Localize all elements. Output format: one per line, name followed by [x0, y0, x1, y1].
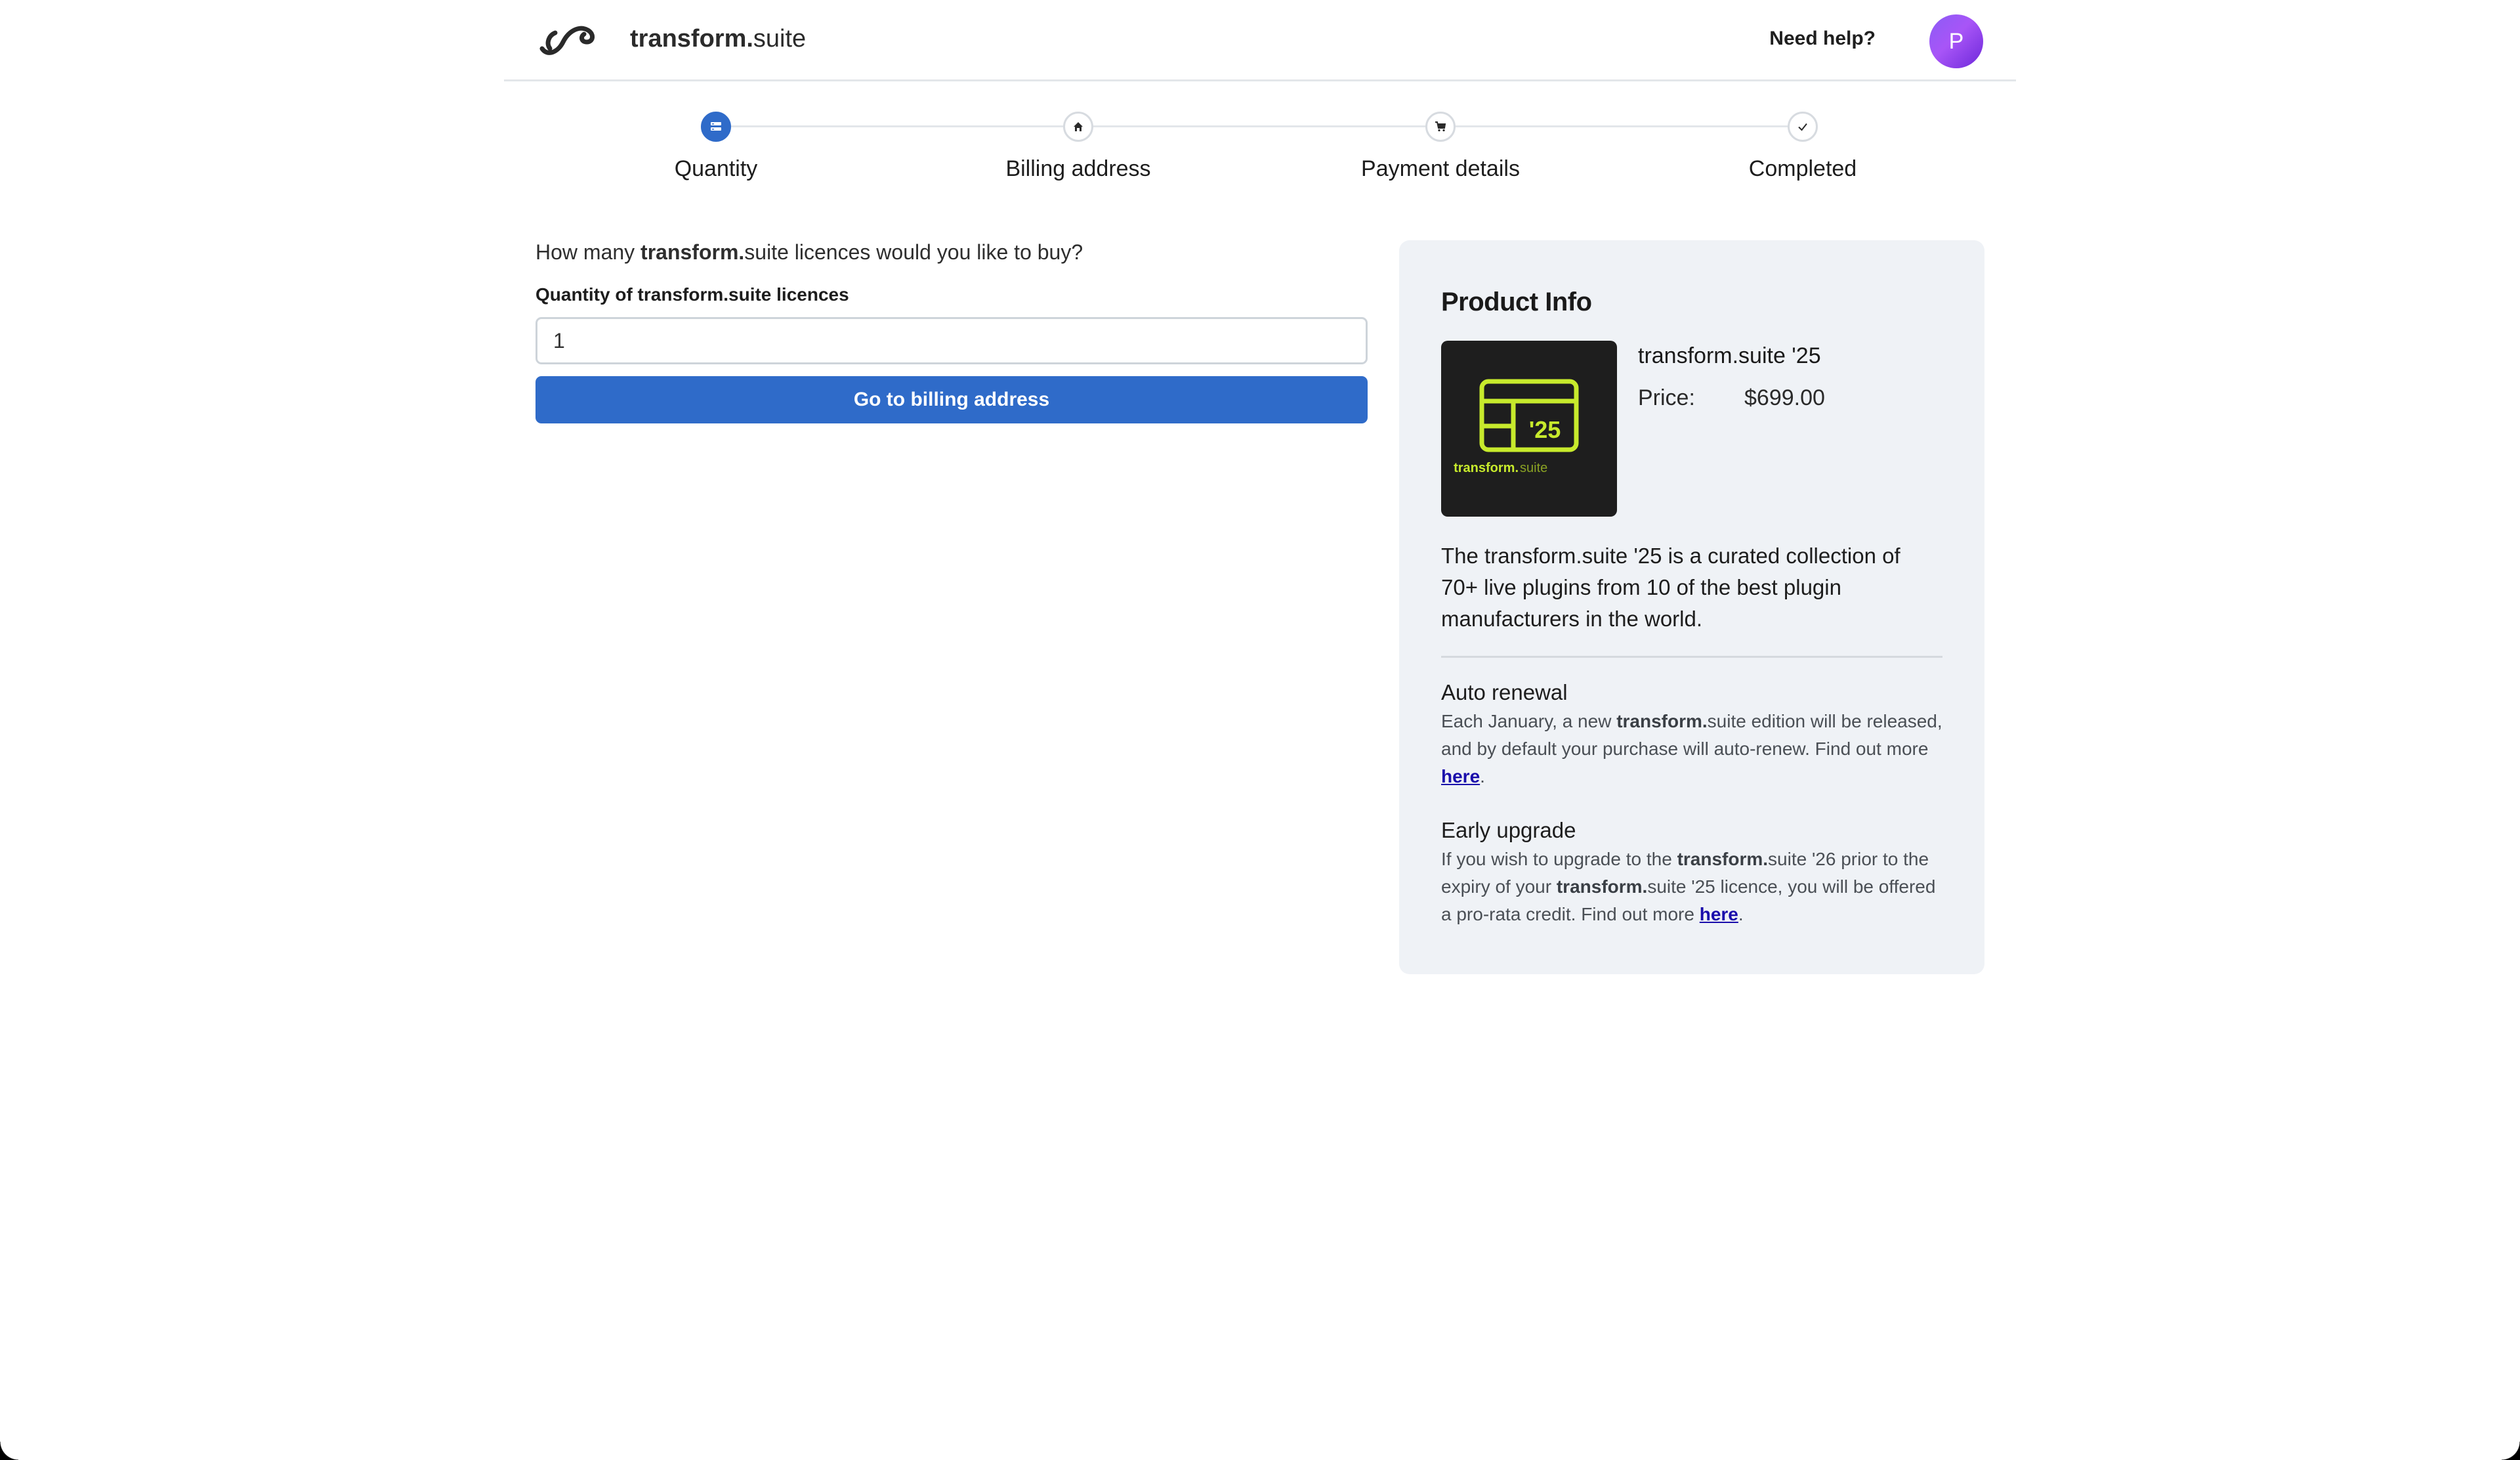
step-label: Completed	[1748, 156, 1857, 181]
early-upgrade-text: If you wish to upgrade to the transform.…	[1441, 846, 1942, 928]
list-icon	[701, 112, 731, 142]
stepper-track	[715, 125, 1801, 127]
brand-name[interactable]: transform.suite	[630, 25, 806, 53]
auto-renewal-text-1: Each January, a new	[1441, 711, 1617, 731]
quantity-form: How many transform.suite licences would …	[536, 240, 1368, 423]
avatar[interactable]: P	[1929, 14, 1983, 68]
product-description: The transform.suite '25 is a curated col…	[1441, 540, 1942, 658]
home-icon	[1063, 112, 1093, 142]
quantity-input[interactable]	[536, 317, 1368, 364]
product-info-title: Product Info	[1441, 288, 1592, 316]
price-label: Price:	[1638, 385, 1695, 410]
early-upgrade-brand-2: transform.	[1556, 876, 1648, 897]
early-upgrade-text-1: If you wish to upgrade to the	[1441, 849, 1677, 869]
window-corner-right	[2502, 1442, 2520, 1460]
cart-icon	[1425, 112, 1456, 142]
early-upgrade-title: Early upgrade	[1441, 818, 1576, 842]
product-summary: '25 transform. suite transform.suite '25…	[1441, 341, 1942, 517]
go-to-billing-button[interactable]: Go to billing address	[536, 376, 1368, 423]
window-corner-left	[0, 1442, 18, 1460]
brand-bold: transform.	[630, 25, 753, 53]
checkout-stepper: Quantity Billing address Payment details…	[504, 112, 2016, 217]
page: transform.suite Need help? P Quantity Bi…	[504, 0, 2016, 974]
question-text: How many	[536, 240, 641, 264]
step-completed[interactable]: Completed	[1704, 112, 1901, 182]
quantity-question: How many transform.suite licences would …	[536, 240, 1368, 265]
auto-renewal-text: Each January, a new transform.suite edit…	[1441, 708, 1942, 790]
step-label: Quantity	[674, 156, 758, 181]
early-upgrade-text-end: .	[1738, 904, 1744, 924]
question-brand: transform.	[640, 240, 745, 264]
step-label: Payment details	[1361, 156, 1520, 181]
product-info-card: Product Info '25 transform. suite transf…	[1399, 240, 1984, 974]
product-image-brand-bold: transform.	[1454, 461, 1519, 475]
step-quantity[interactable]: Quantity	[618, 112, 814, 182]
price-value: $699.00	[1744, 385, 1825, 410]
early-upgrade-here-link[interactable]: here	[1700, 904, 1738, 924]
auto-renewal-text-end: .	[1480, 766, 1485, 786]
product-image-year: '25	[1529, 416, 1561, 443]
question-text-end: suite licences would you like to buy?	[744, 240, 1083, 264]
auto-renewal-here-link[interactable]: here	[1441, 766, 1480, 786]
auto-renewal-brand: transform.	[1616, 711, 1708, 731]
step-payment-details[interactable]: Payment details	[1342, 112, 1539, 182]
auto-renewal-title: Auto renewal	[1441, 680, 1568, 704]
field-label-brand: transform.	[637, 284, 729, 305]
quantity-field-label: Quantity of transform.suite licences	[536, 284, 1368, 305]
field-label-text-end: suite licences	[728, 284, 849, 305]
logo-icon[interactable]	[538, 20, 597, 56]
early-upgrade-brand-1: transform.	[1677, 849, 1769, 869]
field-label-text: Quantity of	[536, 284, 638, 305]
step-label: Billing address	[1005, 156, 1151, 181]
step-billing-address[interactable]: Billing address	[980, 112, 1177, 182]
need-help-link[interactable]: Need help?	[1769, 28, 1876, 50]
check-icon	[1788, 112, 1818, 142]
brand-rest: suite	[753, 25, 807, 53]
product-image-brand-rest: suite	[1520, 461, 1547, 475]
product-image: '25 transform. suite	[1441, 341, 1617, 517]
top-header: transform.suite Need help? P	[504, 0, 2016, 81]
product-name: transform.suite '25	[1638, 343, 1821, 368]
